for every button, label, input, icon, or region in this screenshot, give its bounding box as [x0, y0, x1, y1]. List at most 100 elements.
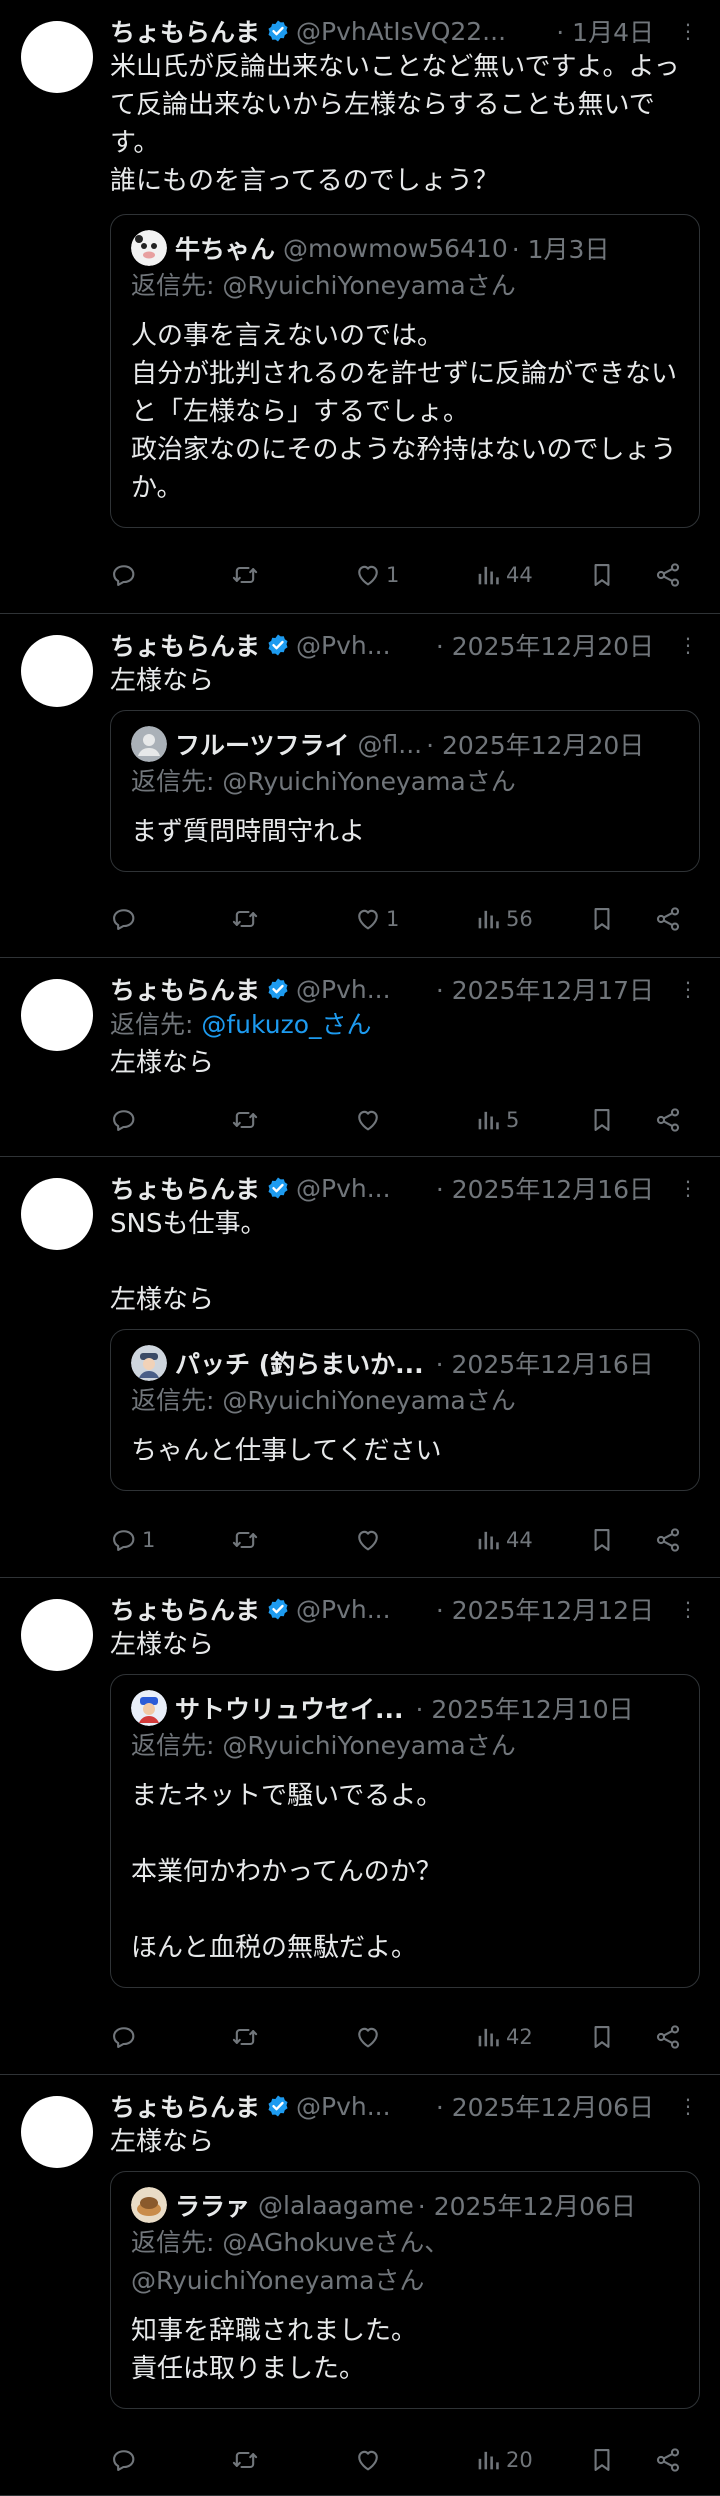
reply-button[interactable] — [110, 902, 142, 936]
views-button[interactable]: 20 — [474, 2443, 533, 2477]
quoted-tweet[interactable]: パッチ (釣らまいか... · 2025年12月16日 返信先: @Ryuich… — [110, 1329, 700, 1491]
tweet-timestamp[interactable]: · 1月4日 — [556, 14, 654, 48]
more-options-icon[interactable]: ⋮ — [676, 21, 700, 41]
quoted-text: 知事を辞職されました。 責任は取りました。 — [131, 2316, 418, 2384]
author-name[interactable]: ちょもらんま — [110, 1171, 260, 1205]
author-name[interactable]: ちょもらんま — [110, 628, 260, 662]
share-button[interactable] — [654, 1523, 682, 1557]
reply-button[interactable] — [110, 2020, 142, 2054]
quoted-author-name: フルーツフライ — [175, 731, 350, 760]
tweet[interactable]: ちょもらんま @Pvh... · 2025年12月12日 ⋮ 左様なら サトウリ… — [0, 1578, 720, 2075]
tweet[interactable]: ちょもらんま @Pvh... · 2025年12月06日 ⋮ 左様なら ララァ … — [0, 2075, 720, 2496]
like-button[interactable]: 1 — [354, 902, 399, 936]
quoted-tweet[interactable]: フルーツフライ @fl... · 2025年12月20日 返信先: @Ryuic… — [110, 710, 700, 872]
tweet-text: 米山氏が反論出来ないことなど無いですよ。よって反論出来ないから左様ならすることも… — [110, 52, 680, 196]
bookmark-button[interactable] — [588, 1523, 616, 1557]
quoted-reply-to: 返信先: @RyuichiYoneyamaさん — [131, 1386, 516, 1415]
quoted-tweet[interactable]: ララァ @lalaagame · 2025年12月06日 返信先: @AGhok… — [110, 2171, 700, 2409]
author-name[interactable]: ちょもらんま — [110, 14, 260, 48]
share-button[interactable] — [654, 1103, 682, 1137]
share-icon — [654, 2446, 682, 2474]
author-handle[interactable]: @Pvh... — [296, 975, 432, 1004]
bookmark-button[interactable] — [588, 902, 616, 936]
views-button[interactable]: 44 — [474, 1523, 533, 1557]
reply-icon — [110, 2446, 138, 2474]
avatar[interactable] — [21, 21, 93, 93]
share-button[interactable] — [654, 902, 682, 936]
tweet[interactable]: ちょもらんま @Pvh... · 2025年12月16日 ⋮ SNSも仕事。 左… — [0, 1157, 720, 1578]
author-handle[interactable]: @Pvh... — [296, 1595, 432, 1624]
bookmark-button[interactable] — [588, 558, 616, 592]
retweet-icon — [231, 905, 259, 933]
tweet-text: 左様なら — [110, 1048, 215, 1078]
quoted-text: 人の事を言えないのでは。 自分が批判されるのを許せずに反論ができないと「左様なら… — [131, 321, 678, 503]
more-options-icon[interactable]: ⋮ — [676, 2096, 700, 2116]
like-button[interactable] — [354, 2443, 386, 2477]
author-handle[interactable]: @PvhAtIsVQ22... — [296, 17, 552, 46]
like-count: 1 — [386, 907, 400, 931]
tweet-timestamp[interactable]: · 2025年12月17日 — [436, 972, 654, 1006]
more-options-icon[interactable]: ⋮ — [676, 979, 700, 999]
share-button[interactable] — [654, 2020, 682, 2054]
reply-button[interactable] — [110, 558, 142, 592]
reply-icon — [110, 561, 138, 589]
more-options-icon[interactable]: ⋮ — [676, 1599, 700, 1619]
like-button[interactable]: 1 — [354, 558, 399, 592]
share-button[interactable] — [654, 558, 682, 592]
bookmark-button[interactable] — [588, 2443, 616, 2477]
reply-button[interactable] — [110, 2443, 142, 2477]
retweet-button[interactable] — [231, 2443, 263, 2477]
views-count: 56 — [506, 907, 533, 931]
author-name[interactable]: ちょもらんま — [110, 1592, 260, 1626]
more-options-icon[interactable]: ⋮ — [676, 635, 700, 655]
retweet-button[interactable] — [231, 1523, 263, 1557]
views-count: 44 — [506, 563, 533, 587]
share-button[interactable] — [654, 2443, 682, 2477]
retweet-button[interactable] — [231, 2020, 263, 2054]
quoted-timestamp: · 2025年12月16日 — [435, 1350, 654, 1379]
avatar[interactable] — [21, 2096, 93, 2168]
like-button[interactable] — [354, 1103, 386, 1137]
more-options-icon[interactable]: ⋮ — [676, 1178, 700, 1198]
views-button[interactable]: 5 — [474, 1103, 519, 1137]
quoted-tweet[interactable]: 牛ちゃん @mowmow56410 · 1月3日 返信先: @RyuichiYo… — [110, 214, 700, 528]
avatar[interactable] — [21, 1178, 93, 1250]
bookmark-button[interactable] — [588, 2020, 616, 2054]
views-button[interactable]: 56 — [474, 902, 533, 936]
author-name[interactable]: ちょもらんま — [110, 2089, 260, 2123]
avatar[interactable] — [21, 635, 93, 707]
tweet-timestamp[interactable]: · 2025年12月06日 — [436, 2089, 654, 2123]
verified-badge-icon — [266, 1176, 290, 1200]
reply-icon — [110, 1526, 138, 1554]
avatar[interactable] — [21, 1599, 93, 1671]
bookmark-icon — [588, 561, 616, 589]
tweet-timestamp[interactable]: · 2025年12月20日 — [436, 628, 654, 662]
quoted-author-name: サトウリュウセイ... — [175, 1695, 404, 1724]
action-bar: 20 — [110, 2443, 700, 2477]
retweet-button[interactable] — [231, 902, 263, 936]
avatar[interactable] — [21, 979, 93, 1051]
share-icon — [654, 1526, 682, 1554]
like-button[interactable] — [354, 1523, 386, 1557]
bookmark-button[interactable] — [588, 1103, 616, 1137]
quoted-author-handle: @lalaagame — [258, 2190, 414, 2220]
views-button[interactable]: 42 — [474, 2020, 533, 2054]
tweet[interactable]: ちょもらんま @Pvh... · 2025年12月17日 ⋮ 返信先: @fuk… — [0, 958, 720, 1157]
tweet[interactable]: ちょもらんま @PvhAtIsVQ22... · 1月4日 ⋮ 米山氏が反論出来… — [0, 0, 720, 614]
quoted-tweet[interactable]: サトウリュウセイ... · 2025年12月10日 返信先: @RyuichiY… — [110, 1674, 700, 1988]
views-button[interactable]: 44 — [474, 558, 533, 592]
reply-button[interactable]: 1 — [110, 1523, 155, 1557]
retweet-button[interactable] — [231, 558, 263, 592]
author-handle[interactable]: @Pvh... — [296, 2092, 432, 2121]
author-name[interactable]: ちょもらんま — [110, 972, 260, 1006]
tweet-timestamp[interactable]: · 2025年12月12日 — [436, 1592, 654, 1626]
reply-to-link[interactable]: @fukuzo_さん — [201, 1010, 371, 1039]
action-bar: 1 44 — [110, 558, 700, 592]
retweet-button[interactable] — [231, 1103, 263, 1137]
tweet[interactable]: ちょもらんま @Pvh... · 2025年12月20日 ⋮ 左様なら フルーツ… — [0, 614, 720, 958]
tweet-timestamp[interactable]: · 2025年12月16日 — [436, 1171, 654, 1205]
author-handle[interactable]: @Pvh... — [296, 1174, 432, 1203]
like-button[interactable] — [354, 2020, 386, 2054]
reply-button[interactable] — [110, 1103, 142, 1137]
author-handle[interactable]: @Pvh... — [296, 631, 432, 660]
